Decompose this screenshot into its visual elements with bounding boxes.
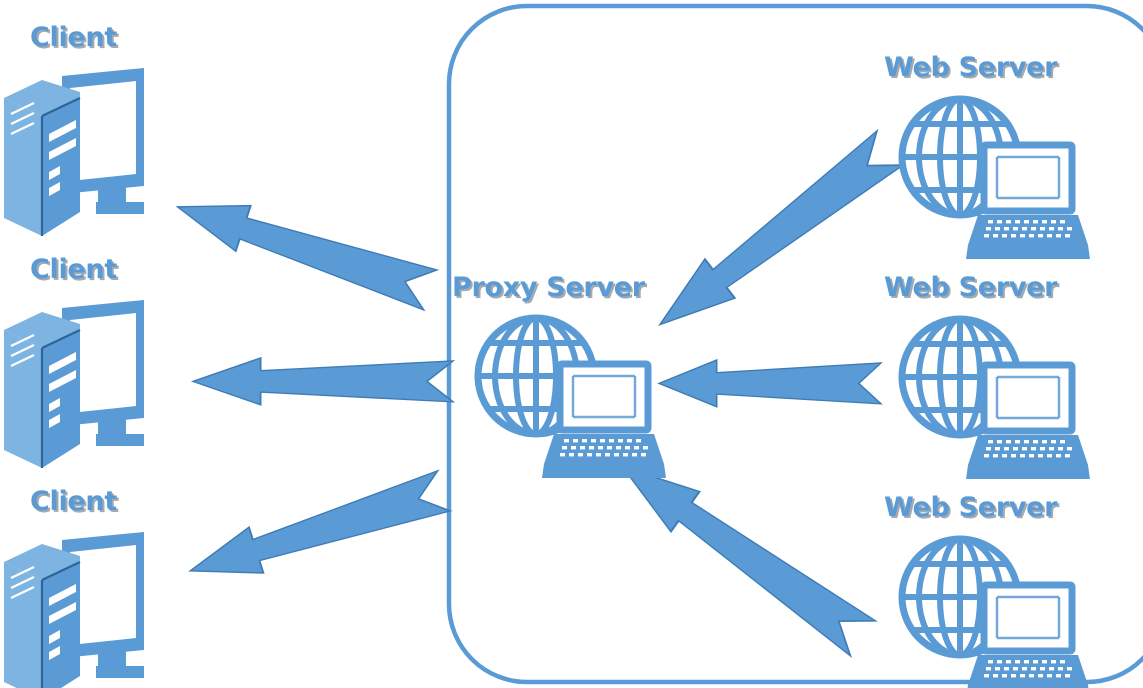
proxy-server-label: Proxy Server (452, 272, 645, 303)
client-1-icon[interactable] (2, 66, 146, 238)
diagram-svg (2, 3, 1143, 688)
arrow-proxy-to-client-2 (191, 356, 455, 407)
client-3-label: Client (30, 486, 117, 517)
arrow-web-2-to-proxy (657, 358, 883, 408)
web-server-2-label: Web Server (884, 272, 1058, 303)
web-server-3-icon[interactable] (902, 539, 1090, 688)
arrow-web-1-to-proxy (643, 127, 907, 346)
proxy-server-icon[interactable] (478, 318, 666, 478)
web-server-3-label: Web Server (884, 492, 1058, 523)
web-server-1-icon[interactable] (902, 99, 1090, 259)
client-1-label: Client (30, 22, 117, 53)
web-server-2-icon[interactable] (902, 319, 1090, 479)
arrow-proxy-to-client-3 (181, 466, 453, 596)
client-2-icon[interactable] (2, 298, 146, 470)
diagram-canvas: Client Client Client Proxy Server Web Se… (0, 0, 1143, 688)
arrow-web-3-to-proxy (607, 445, 879, 660)
client-3-icon[interactable] (2, 530, 146, 688)
web-server-1-label: Web Server (884, 52, 1058, 83)
client-2-label: Client (30, 254, 117, 285)
arrow-proxy-to-client-1 (168, 182, 439, 314)
